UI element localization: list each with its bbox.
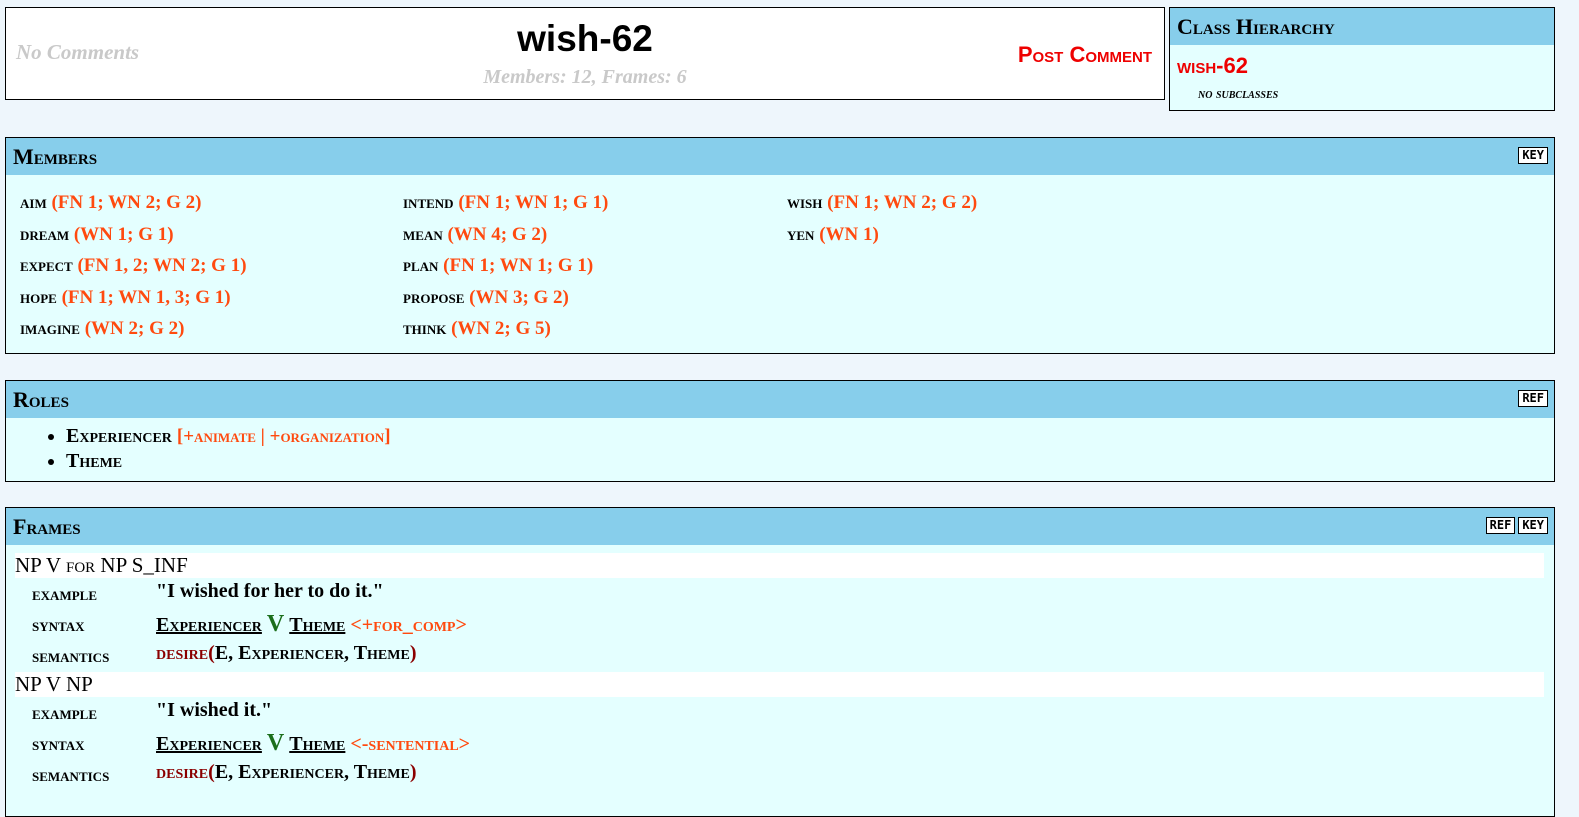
member-item[interactable]: intend (FN 1; WN 1; G 1) <box>403 192 783 224</box>
frame-example-row: example "I wished it." <box>6 697 1554 728</box>
member-item[interactable]: propose (WN 3; G 2) <box>403 287 783 319</box>
frame-syntax: Experiencer V Theme <-sentential> <box>156 730 470 757</box>
syntax-restriction: <-sentential> <box>350 733 471 755</box>
syntax-restriction: <+for_comp> <box>350 614 467 636</box>
semantic-predicate[interactable]: desire <box>156 761 208 783</box>
member-item[interactable]: wish (FN 1; WN 2; G 2) <box>787 192 1167 224</box>
member-item[interactable]: plan (FN 1; WN 1; G 1) <box>403 255 783 287</box>
hierarchy-current-class-link[interactable]: wish-62 <box>1177 53 1248 79</box>
member-item[interactable]: dream (WN 1; G 1) <box>20 224 400 256</box>
post-comment-link[interactable]: Post Comment <box>1018 42 1152 68</box>
members-section: Members KEY aim (FN 1; WN 2; G 2) dream … <box>5 137 1555 354</box>
frames-section: Frames REF KEY NP V for NP S_INF example… <box>5 507 1555 817</box>
role-item: Theme <box>66 449 1554 474</box>
frame-semantics-row: semantics desire(E, Experiencer, Theme) <box>6 640 1554 671</box>
roles-ref-button[interactable]: REF <box>1518 390 1548 407</box>
frame-syntax-row: syntax Experiencer V Theme <-sentential> <box>6 728 1554 759</box>
frame-example: "I wished for her to do it." <box>156 580 384 602</box>
frame-semantics: desire(E, Experiencer, Theme) <box>156 761 417 783</box>
role-item: Experiencer [+animate | +organization] <box>66 424 1554 449</box>
class-header: No Comments wish-62 Members: 12, Frames:… <box>5 7 1165 100</box>
member-item[interactable]: yen (WN 1) <box>787 224 1167 256</box>
frames-ref-button[interactable]: REF <box>1485 517 1516 534</box>
roles-section: Roles REF Experiencer [+animate | +organ… <box>5 380 1555 482</box>
frames-heading: Frames <box>6 508 1554 545</box>
example-label: example <box>32 703 97 723</box>
syntax-verb: V <box>266 730 285 756</box>
class-hierarchy-panel: Class Hierarchy wish-62 no subclasses <box>1169 7 1555 111</box>
member-item[interactable]: expect (FN 1, 2; WN 2; G 1) <box>20 255 400 287</box>
syntax-label: syntax <box>32 734 85 754</box>
frame-semantics-row: semantics desire(E, Experiencer, Theme) <box>6 759 1554 790</box>
semantics-label: semantics <box>32 646 110 666</box>
members-column: wish (FN 1; WN 2; G 2) yen (WN 1) <box>787 192 1167 255</box>
syntax-arg-link[interactable]: Theme <box>289 733 345 755</box>
members-key-button[interactable]: KEY <box>1518 147 1548 164</box>
frames-key-button[interactable]: KEY <box>1518 517 1548 534</box>
member-item[interactable]: imagine (WN 2; G 2) <box>20 318 400 350</box>
frame-syntax: Experiencer V Theme <+for_comp> <box>156 611 467 638</box>
syntax-arg-link[interactable]: Experiencer <box>156 614 262 636</box>
frame-example-row: example "I wished for her to do it." <box>6 578 1554 609</box>
syntax-arg-link[interactable]: Theme <box>289 614 345 636</box>
member-item[interactable]: think (WN 2; G 5) <box>403 318 783 350</box>
example-label: example <box>32 584 97 604</box>
members-column: aim (FN 1; WN 2; G 2) dream (WN 1; G 1) … <box>20 192 400 350</box>
frame-example: "I wished it." <box>156 699 273 721</box>
member-item[interactable]: mean (WN 4; G 2) <box>403 224 783 256</box>
roles-heading: Roles <box>6 381 1554 418</box>
member-item[interactable]: aim (FN 1; WN 2; G 2) <box>20 192 400 224</box>
page-title: wish-62 <box>517 18 653 59</box>
frame-semantics: desire(E, Experiencer, Theme) <box>156 642 417 664</box>
members-heading: Members <box>6 138 1554 175</box>
syntax-verb: V <box>266 611 285 637</box>
semantic-predicate[interactable]: desire <box>156 642 208 664</box>
semantics-label: semantics <box>32 765 110 785</box>
hierarchy-subclasses-note: no subclasses <box>1198 87 1279 102</box>
class-stats: Members: 12, Frames: 6 <box>483 66 687 88</box>
members-column: intend (FN 1; WN 1; G 1) mean (WN 4; G 2… <box>403 192 783 350</box>
roles-list: Experiencer [+animate | +organization] T… <box>6 424 1554 474</box>
frame-title: NP V NP <box>15 672 1544 697</box>
frame-title: NP V for NP S_INF <box>15 553 1544 578</box>
syntax-arg-link[interactable]: Experiencer <box>156 733 262 755</box>
frame-syntax-row: syntax Experiencer V Theme <+for_comp> <box>6 609 1554 640</box>
member-item[interactable]: hope (FN 1; WN 1, 3; G 1) <box>20 287 400 319</box>
class-hierarchy-heading: Class Hierarchy <box>1170 8 1554 45</box>
syntax-label: syntax <box>32 615 85 635</box>
